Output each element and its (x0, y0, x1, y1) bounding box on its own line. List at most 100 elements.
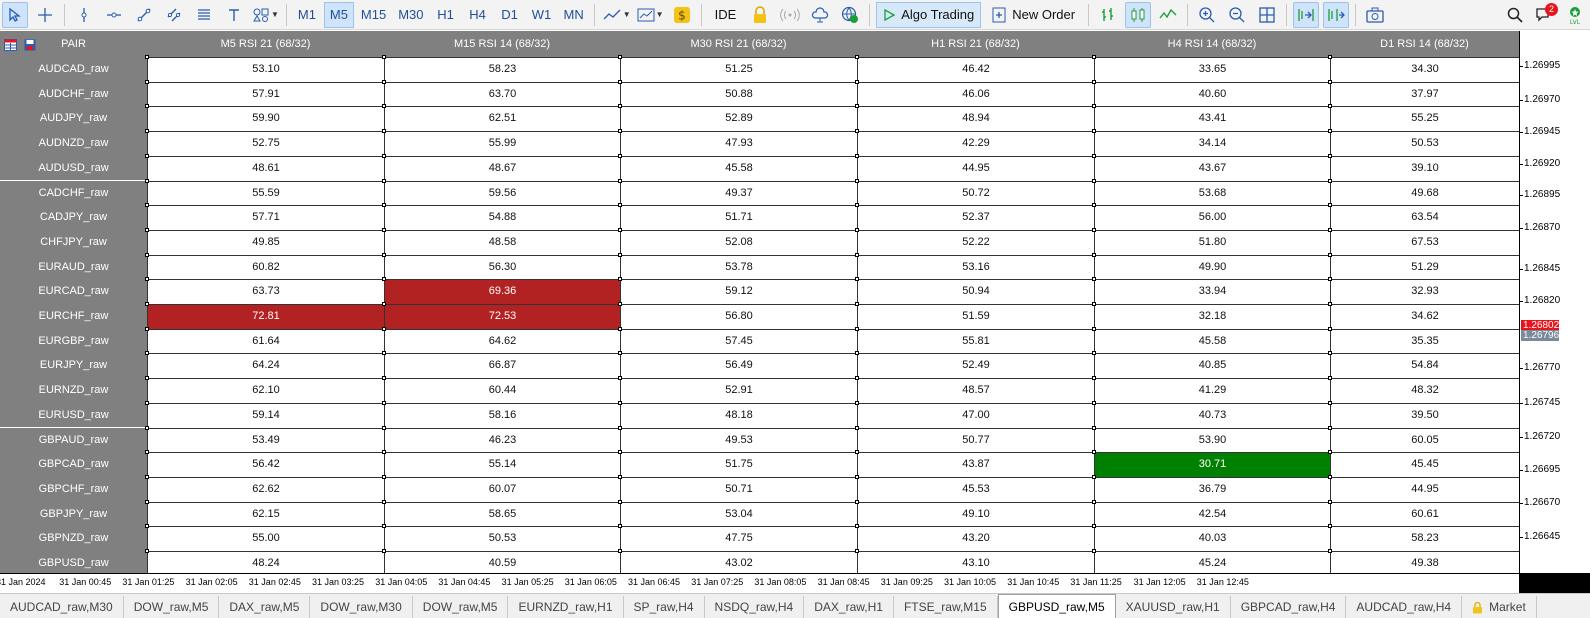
rsi-value-cell: 34.14 (1094, 131, 1330, 156)
pair-label: EURNZD_raw (0, 378, 147, 403)
grid-anchor-point (382, 400, 386, 405)
templates-icon[interactable]: ▼ (636, 2, 665, 28)
cursor-tool-icon[interactable] (2, 1, 28, 28)
time-tick-label: 31 Jan 08:05 (754, 577, 807, 587)
price-tick-label: 1.26745 (1520, 397, 1590, 408)
grid-anchor-point (618, 227, 622, 232)
chart-shift-icon[interactable] (1323, 1, 1350, 28)
line-chart-icon[interactable] (1155, 2, 1181, 28)
time-tick-label: 31 Jan 2024 (0, 577, 46, 587)
grid-anchor-point (855, 400, 859, 405)
time-tick-label: 31 Jan 12:45 (1196, 577, 1249, 587)
rsi-value-cell: 48.61 (147, 155, 384, 181)
grid-anchor-point (145, 400, 149, 405)
bar-chart-icon[interactable] (1095, 2, 1121, 28)
grid-anchor-point (855, 55, 859, 59)
grid-anchor-point (382, 227, 386, 232)
broadcast-icon[interactable] (777, 2, 803, 28)
chart-tab[interactable]: DOW_raw,M5 (413, 596, 509, 618)
shapes-tool-icon[interactable]: ▼ (251, 2, 280, 28)
tile-windows-icon[interactable] (1254, 2, 1280, 28)
rsi-value-cell: 45.58 (1094, 328, 1330, 354)
grid-anchor-point (382, 524, 386, 529)
timeframe-m1-button[interactable]: M1 (292, 2, 322, 28)
chart-tab[interactable]: DOW_raw,M30 (310, 596, 413, 618)
rsi-value-cell: 42.54 (1094, 501, 1330, 527)
chart-tab[interactable]: AUDCAD_raw,M30 (0, 596, 124, 618)
time-tick-label: 31 Jan 10:45 (1007, 577, 1060, 587)
timeframe-h1-button[interactable]: H1 (431, 2, 461, 28)
rsi-value-cell: 52.22 (857, 229, 1094, 255)
timeframe-d1-button[interactable]: D1 (495, 2, 525, 28)
pair-label: CADJPY_raw (0, 205, 147, 230)
timeframe-h4-button[interactable]: H4 (463, 2, 493, 28)
auto-scroll-icon[interactable] (1293, 1, 1320, 28)
screenshot-icon[interactable] (1362, 2, 1388, 28)
market-tab[interactable]: Market (1462, 596, 1537, 618)
zoom-out-icon[interactable] (1224, 2, 1250, 28)
search-icon[interactable] (1502, 2, 1528, 28)
rsi-value-cell: 51.71 (620, 205, 857, 230)
grid-anchor-point (855, 79, 859, 84)
indicators-icon[interactable]: ▼ (601, 2, 632, 28)
timeframe-m30-button[interactable]: M30 (393, 2, 428, 28)
grid-anchor-point (618, 252, 622, 257)
grid-anchor-point (618, 450, 622, 455)
price-axis[interactable]: 1.26995 1.26970 1.26945 1.26920 1.26895 1.268… (1519, 31, 1590, 573)
channel-tool-icon[interactable] (161, 2, 187, 28)
chart-plot-area[interactable]: PAIR M5 RSI 21 (68/32) M15 RSI 14 (68/32)… (0, 31, 1519, 573)
crosshair-tool-icon[interactable] (32, 2, 58, 28)
rsi-value-cell: 60.82 (147, 254, 384, 280)
new-order-button[interactable]: New Order (985, 2, 1082, 28)
grid-anchor-point (855, 326, 859, 331)
grid-anchor-point (618, 104, 622, 109)
timeframe-w1-button[interactable]: W1 (527, 2, 557, 28)
pair-label: EURCHF_raw (0, 304, 147, 329)
zoom-in-icon[interactable] (1194, 2, 1220, 28)
tab-label: GBPUSD_raw,M5 (1008, 599, 1105, 614)
time-tick-label: 31 Jan 10:05 (944, 577, 997, 587)
vertical-line-tool-icon[interactable] (71, 2, 97, 28)
chart-tab[interactable]: DAX_raw,M5 (219, 596, 311, 618)
chart-tab[interactable]: GBPCAD_raw,H4 (1231, 596, 1347, 618)
algo-trading-button[interactable]: Algo Trading (876, 1, 982, 28)
column-header: M5 RSI 21 (68/32) (220, 38, 311, 50)
timeframe-m15-button[interactable]: M15 (356, 2, 391, 28)
ide-button[interactable]: IDE (708, 2, 744, 28)
chart-tab[interactable]: AUDCAD_raw,H4 (1346, 596, 1463, 618)
candlestick-chart-icon[interactable] (1125, 1, 1152, 28)
timeframe-m5-button[interactable]: M5 (323, 1, 354, 28)
time-axis[interactable]: 31 Jan 2024 31 Jan 00:45 31 Jan 01:25 31 Ja… (0, 573, 1519, 593)
chart-tab[interactable]: NSDQ_raw,H4 (705, 596, 805, 618)
chart-tab[interactable]: DOW_raw,M5 (124, 596, 220, 618)
chart-tab[interactable]: XAUUSD_raw,H1 (1116, 596, 1231, 618)
mt5-window: ▼ M1M5M15M30H1H4D1W1MN ▼ ▼ $ IDE (0, 0, 1590, 618)
chart-tab[interactable]: FTSE_raw,M15 (894, 596, 998, 618)
price-tick-label: 1.26645 (1520, 531, 1590, 542)
horizontal-line-tool-icon[interactable] (101, 2, 127, 28)
rsi-value-cell: 49.68 (1330, 180, 1519, 206)
grid-anchor-point (855, 252, 859, 257)
rsi-value-cell: 32.93 (1330, 279, 1519, 304)
chart-tab[interactable]: GBPUSD_raw,M5 (997, 594, 1116, 618)
trendline-tool-icon[interactable] (131, 2, 157, 28)
rsi-value-cell: 56.30 (384, 254, 620, 280)
lock-icon[interactable] (747, 2, 773, 28)
chart-window[interactable]: PAIR M5 RSI 21 (68/32) M15 RSI 14 (68/32)… (0, 31, 1590, 593)
chart-tab[interactable]: DAX_raw,H1 (804, 596, 894, 618)
rsi-value-cell: 35.35 (1330, 328, 1519, 354)
vps-icon[interactable] (837, 2, 863, 28)
grid-anchor-point (145, 499, 149, 504)
chart-tab[interactable]: SP_raw,H4 (624, 596, 705, 618)
rsi-value-cell: 43.87 (857, 452, 1094, 477)
chart-tab[interactable]: EURNZD_raw,H1 (508, 596, 624, 618)
rsi-value-cell: 69.36 (384, 279, 620, 304)
fibonacci-tool-icon[interactable] (191, 2, 217, 28)
notifications-button[interactable]: 2 (1532, 2, 1558, 28)
signals-icon[interactable]: $ (669, 2, 695, 28)
timeframe-mn-button[interactable]: MN (559, 2, 589, 28)
cloud-icon[interactable] (807, 2, 833, 28)
account-level-icon[interactable]: LVL (1562, 2, 1588, 28)
grid-anchor-point (1328, 376, 1332, 381)
text-tool-icon[interactable] (221, 2, 247, 28)
